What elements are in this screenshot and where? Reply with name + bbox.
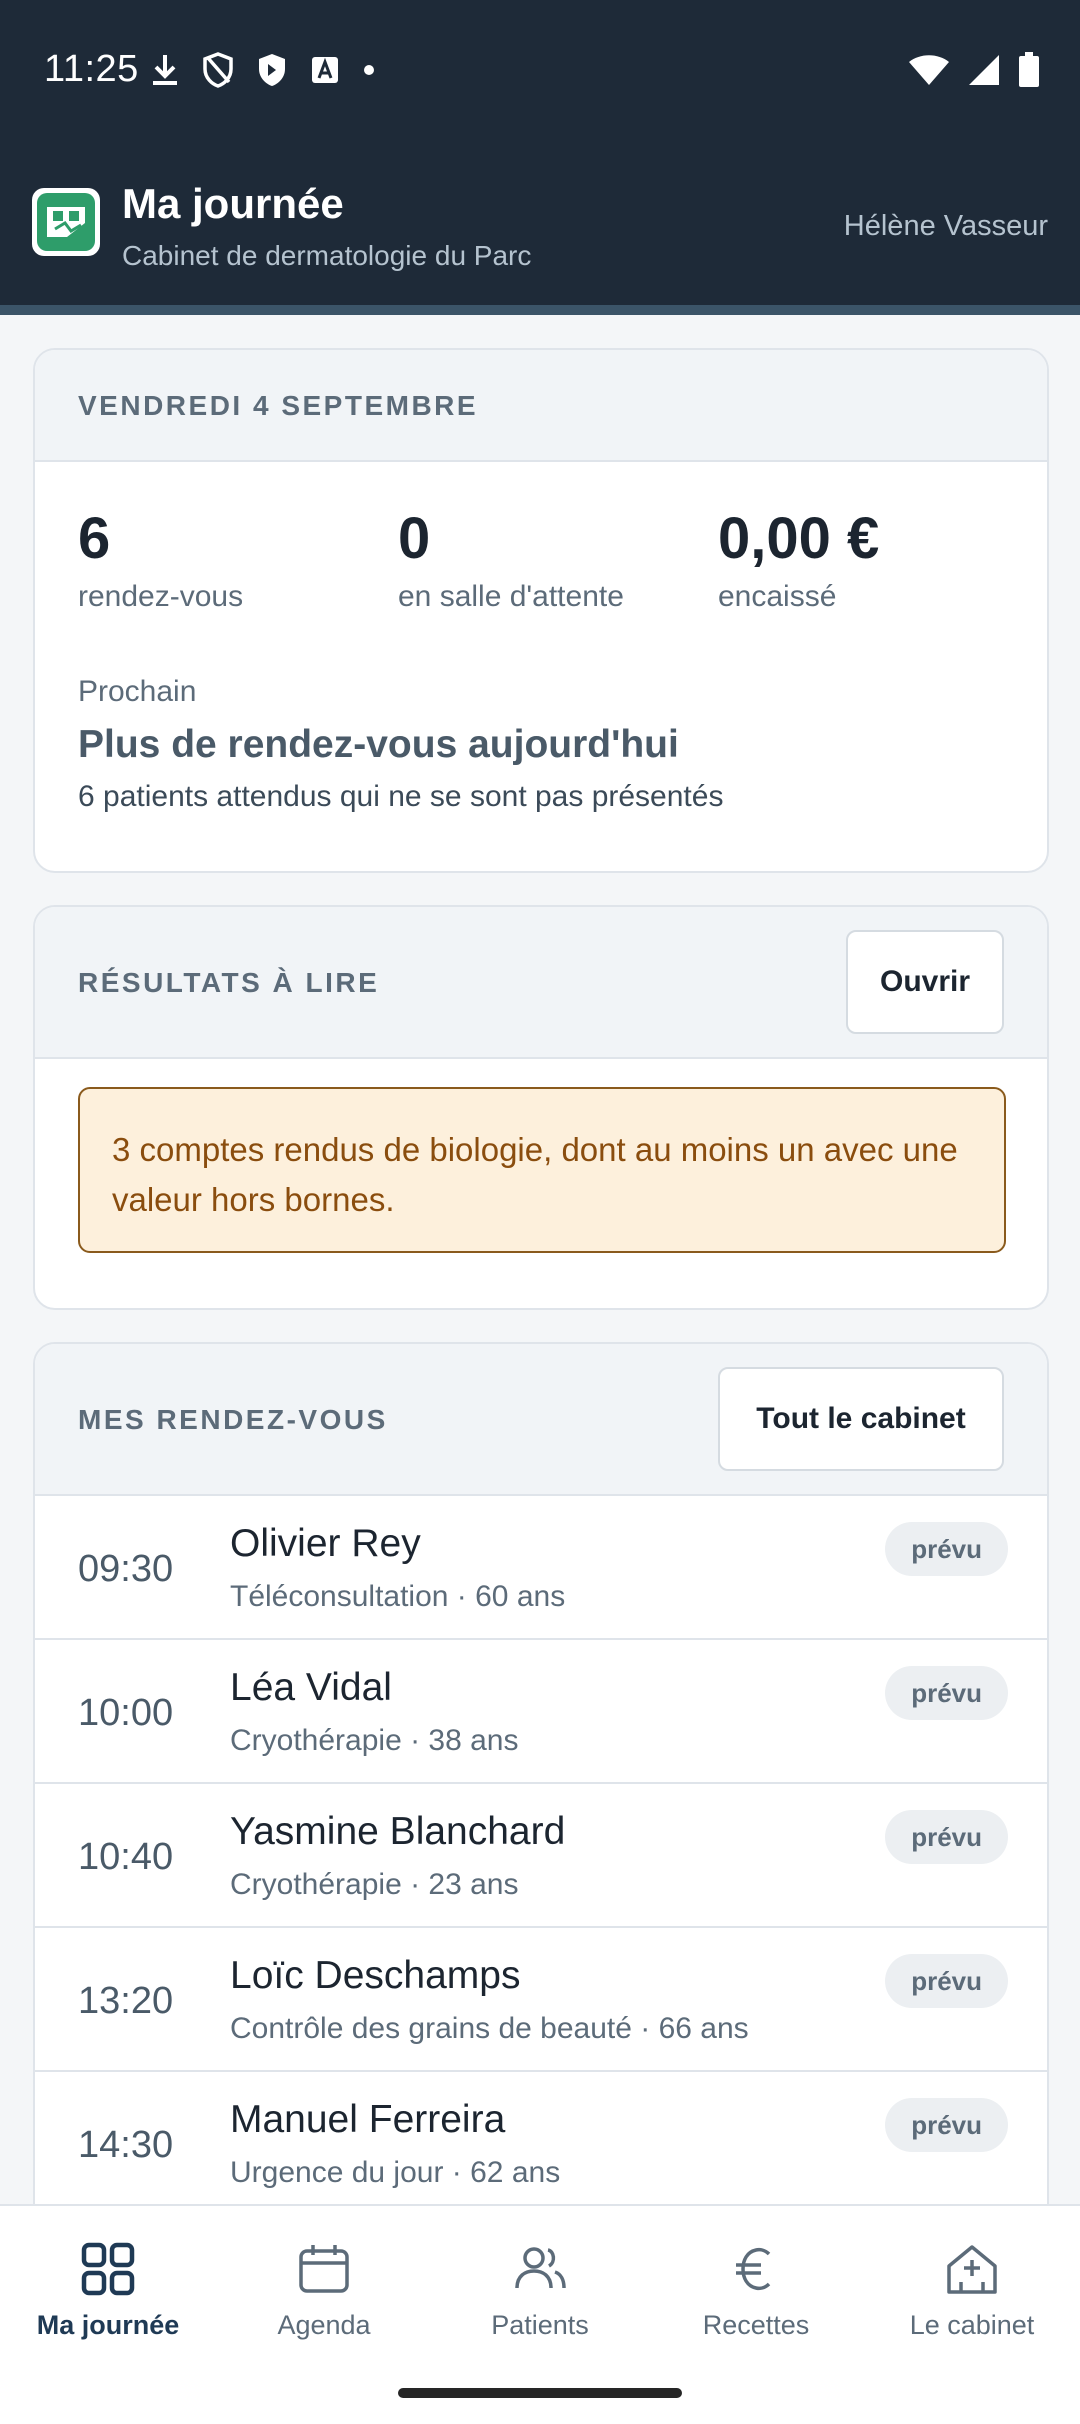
appointment-detail: Cryothérapie · 38 ans <box>230 1724 519 1757</box>
patient-name: Olivier Rey <box>230 1522 421 1565</box>
summary-date: VENDREDI 4 SEPTEMBRE <box>78 390 479 421</box>
appointment-detail: Urgence du jour · 62 ans <box>230 2156 561 2189</box>
summary-card: VENDREDI 4 SEPTEMBRE 6 rendez-vous 0 en … <box>33 348 1049 873</box>
download-icon <box>153 55 177 85</box>
results-card-header: RÉSULTATS À LIRE Ouvrir <box>35 907 1047 1059</box>
all-practice-button[interactable]: Tout le cabinet <box>718 1367 1004 1471</box>
appointments-card-header: MES RENDEZ-VOUS Tout le cabinet <box>35 1344 1047 1496</box>
appointment-time: 10:00 <box>78 1692 174 1734</box>
summary-card-header: VENDREDI 4 SEPTEMBRE <box>35 350 1047 462</box>
appointment-detail: Téléconsultation · 60 ans <box>230 1580 566 1613</box>
nav-label: Recettes <box>702 2310 810 2340</box>
stat-label: en salle d'attente <box>398 580 624 613</box>
user-name[interactable]: Hélène Vasseur <box>844 210 1048 243</box>
appointment-row[interactable]: 10:00 Léa Vidal Cryothérapie · 38 ans pr… <box>35 1638 1047 1782</box>
home-indicator[interactable] <box>398 2388 682 2398</box>
patient-name: Loïc Deschamps <box>230 1954 521 1997</box>
stat-collected: 0,00 € encaissé <box>718 505 879 614</box>
status-badge: prévu <box>885 2098 1008 2152</box>
nav-label: Agenda <box>277 2310 371 2340</box>
nav-item-ma-journee[interactable]: Ma journée <box>0 2242 216 2341</box>
nav-label: Ma journée <box>36 2310 180 2340</box>
next-label: Prochain <box>78 675 197 708</box>
appointment-row[interactable]: 14:30 Manuel Ferreira Urgence du jour · … <box>35 2070 1047 2214</box>
header-stripe <box>0 305 1080 315</box>
nav-label: Le cabinet <box>909 2310 1035 2340</box>
stat-value: 0 <box>398 506 431 571</box>
nav-label: Patients <box>491 2310 589 2340</box>
stat-label: rendez-vous <box>78 580 244 613</box>
battery-icon <box>1019 52 1039 87</box>
nav-item-patients[interactable]: Patients <box>432 2242 648 2341</box>
nav-item-agenda[interactable]: Agenda <box>216 2242 432 2341</box>
appointments-title: MES RENDEZ-VOUS <box>78 1404 388 1435</box>
nav-item-le-cabinet[interactable]: Le cabinet <box>864 2242 1080 2341</box>
open-results-button[interactable]: Ouvrir <box>846 930 1004 1034</box>
results-title: RÉSULTATS À LIRE <box>78 967 380 998</box>
dot-icon <box>364 65 374 75</box>
status-icons-right <box>908 52 1040 88</box>
calendar-icon <box>299 2245 349 2293</box>
appointment-row[interactable]: 09:30 Olivier Rey Téléconsultation · 60 … <box>35 1494 1047 1638</box>
app-logo <box>32 188 100 256</box>
appointment-time: 13:20 <box>78 1980 174 2022</box>
next-title: Plus de rendez-vous aujourd'hui <box>78 723 679 766</box>
appointment-row[interactable]: 13:20 Loïc Deschamps Contrôle des grains… <box>35 1926 1047 2070</box>
euro-icon <box>736 2247 771 2291</box>
stat-label: encaissé <box>718 580 837 613</box>
results-alert: 3 comptes rendus de biologie, dont au mo… <box>78 1087 1006 1253</box>
appointment-time: 14:30 <box>78 2124 174 2166</box>
appointment-time: 10:40 <box>78 1836 174 1878</box>
status-badge: prévu <box>885 1522 1008 1576</box>
stat-value: 6 <box>78 506 111 571</box>
appointment-row[interactable]: 10:40 Yasmine Blanchard Cryothérapie · 2… <box>35 1782 1047 1926</box>
stat-value: 0,00 € <box>718 506 880 571</box>
appointment-detail: Contrôle des grains de beauté · 66 ans <box>230 2012 749 2045</box>
patient-name: Yasmine Blanchard <box>230 1810 566 1853</box>
font-icon <box>312 57 338 83</box>
page-subtitle: Cabinet de dermatologie du Parc <box>122 240 532 271</box>
status-time: 11:25 <box>44 48 139 90</box>
page-title: Ma journée <box>122 180 344 227</box>
patient-name: Léa Vidal <box>230 1666 392 1709</box>
status-badge: prévu <box>885 1954 1008 2008</box>
appointment-time: 09:30 <box>78 1548 174 1590</box>
status-bar: 11:25 <box>0 0 1080 140</box>
appointments-card: MES RENDEZ-VOUS Tout le cabinet 09:30 Ol… <box>33 1342 1049 2242</box>
logo-icon <box>37 193 95 251</box>
shield-outline-icon <box>203 52 233 88</box>
wifi-icon <box>909 55 949 85</box>
status-badge: prévu <box>885 1810 1008 1864</box>
signal-icon <box>969 55 999 85</box>
people-icon <box>515 2247 566 2289</box>
shield-filled-icon <box>259 54 285 86</box>
status-badge: prévu <box>885 1666 1008 1720</box>
nav-item-recettes[interactable]: Recettes <box>648 2242 864 2341</box>
next-subtitle: 6 patients attendus qui ne se sont pas p… <box>78 780 724 813</box>
appointment-detail: Cryothérapie · 23 ans <box>230 1868 519 1901</box>
patient-name: Manuel Ferreira <box>230 2098 506 2141</box>
grid-icon <box>81 2242 135 2296</box>
status-icons-left <box>150 52 376 88</box>
results-card: RÉSULTATS À LIRE Ouvrir 3 comptes rendus… <box>33 905 1049 1310</box>
stat-appointments: 6 rendez-vous <box>78 505 243 614</box>
building-icon <box>947 2245 997 2294</box>
stat-waiting-room: 0 en salle d'attente <box>398 505 624 614</box>
